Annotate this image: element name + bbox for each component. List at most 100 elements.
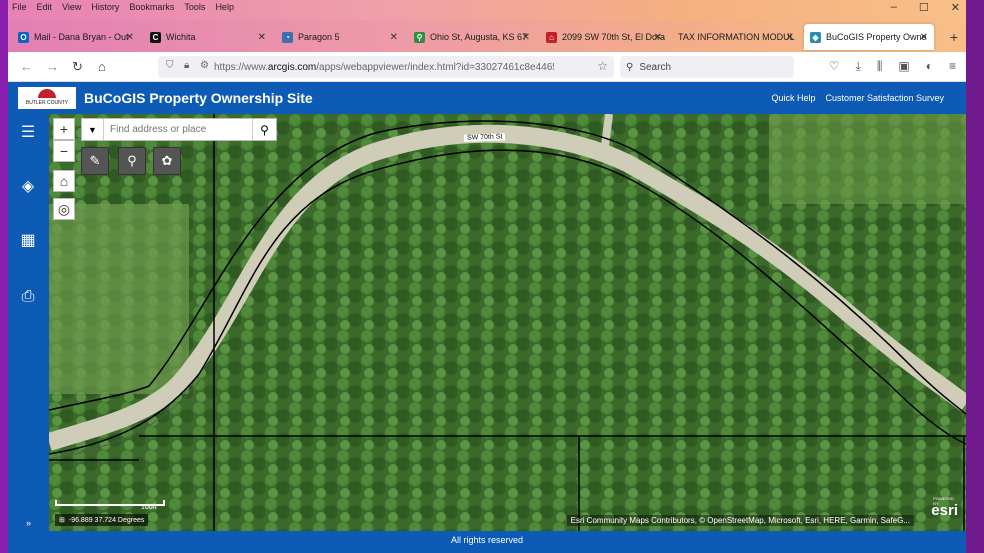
menu-tools[interactable]: Tools bbox=[184, 2, 205, 12]
tab-label: 2099 SW 70th St, El Dora bbox=[562, 32, 666, 42]
url-bar[interactable]: ⛉ 🔒︎ ⚙ https://www.arcgis.com/apps/webap… bbox=[158, 56, 614, 78]
search-icon: ⚲ bbox=[626, 61, 634, 73]
zoom-in-button[interactable]: + bbox=[53, 118, 75, 140]
close-tab-icon[interactable]: ✕ bbox=[126, 32, 134, 43]
close-tab-icon[interactable]: ✕ bbox=[390, 32, 398, 43]
field-area bbox=[49, 204, 189, 394]
outlook-icon: O bbox=[18, 31, 29, 43]
menu-bookmarks[interactable]: Bookmarks bbox=[129, 2, 174, 12]
menu-bar: File Edit View History Bookmarks Tools H… bbox=[12, 2, 234, 12]
menu-history[interactable]: History bbox=[91, 2, 119, 12]
footer: All rights reserved bbox=[8, 531, 966, 553]
scale-label: 100ft bbox=[141, 504, 157, 511]
browser-search-placeholder: Search bbox=[639, 61, 672, 73]
shield-icon: ⛉ bbox=[166, 60, 174, 71]
bucogis-icon: ◈ bbox=[810, 31, 821, 43]
permissions-icon: ⚙ bbox=[200, 60, 209, 71]
tab-label: BuCoGIS Property Owne bbox=[826, 32, 927, 42]
list-icon[interactable]: ☰ bbox=[17, 122, 39, 144]
quick-help-link[interactable]: Quick Help bbox=[771, 93, 815, 103]
tab-label: Paragon 5 bbox=[298, 32, 340, 42]
logo-text: BUTLER COUNTY bbox=[25, 100, 69, 106]
downloads-icon[interactable]: ⤓ bbox=[856, 59, 861, 74]
coordinate-toggle-icon[interactable]: ⊞ bbox=[59, 516, 65, 524]
toolbar-icons: ♡ ⤓ ⫼ ▣ ◐ ≡ bbox=[829, 59, 956, 74]
butler-county-logo: BUTLER COUNTY bbox=[18, 87, 76, 109]
lock-icon: 🔒︎ bbox=[184, 60, 190, 71]
locate-icon[interactable]: ◎ bbox=[53, 198, 75, 220]
query-icon[interactable]: ⚲ bbox=[118, 147, 146, 175]
menu-help[interactable]: Help bbox=[215, 2, 234, 12]
minimize-button[interactable]: – bbox=[891, 1, 897, 14]
tab-wichita[interactable]: C Wichita ✕ bbox=[144, 24, 272, 50]
header-links: Quick Help Customer Satisfaction Survey bbox=[771, 93, 944, 103]
search-icon[interactable]: ⚲ bbox=[252, 119, 276, 140]
coordinate-readout: ⊞ -96.889 37.724 Degrees bbox=[55, 514, 149, 526]
extension-icon[interactable]: ▣ bbox=[898, 59, 909, 74]
window-controls: – ☐ ✕ bbox=[891, 1, 960, 14]
close-tab-icon[interactable]: ✕ bbox=[258, 32, 266, 43]
tab-strip: O Mail - Dana Bryan - Out ✕ C Wichita ✕ … bbox=[8, 20, 966, 52]
map-view[interactable]: + − ⌂ ◎ ▼ ⚲ ✎ ⚲ ✿ SW 70th St 100ft ⊞ -96… bbox=[49, 114, 966, 531]
zoom-out-button[interactable]: − bbox=[53, 140, 75, 162]
wichita-icon: C bbox=[150, 31, 161, 43]
sync-icon[interactable]: ◐ bbox=[926, 59, 933, 74]
back-button[interactable]: ← bbox=[20, 59, 33, 74]
maximize-button[interactable]: ☐ bbox=[919, 1, 929, 14]
road-label: SW 70th St bbox=[463, 133, 506, 142]
forward-button[interactable]: → bbox=[46, 59, 59, 74]
home-extent-icon[interactable]: ⌂ bbox=[53, 170, 75, 192]
browser-window: File Edit View History Bookmarks Tools H… bbox=[8, 0, 966, 553]
close-tab-icon[interactable]: ✕ bbox=[654, 32, 662, 43]
address-search: ▼ ⚲ bbox=[81, 118, 277, 141]
close-tab-icon[interactable]: ✕ bbox=[786, 32, 794, 43]
tab-label: TAX INFORMATION MODUL bbox=[678, 32, 795, 42]
pocket-icon[interactable]: ♡ bbox=[829, 59, 840, 74]
map-attribution: Esri Community Maps Contributors, © Open… bbox=[566, 515, 914, 526]
paragon-icon: ◔ bbox=[282, 31, 293, 43]
palette-icon[interactable]: ✿ bbox=[153, 147, 181, 175]
aerial-imagery bbox=[49, 114, 966, 531]
library-icon[interactable]: ⫼ bbox=[877, 59, 883, 74]
measure-icon[interactable]: ✎ bbox=[81, 147, 109, 175]
close-tab-icon[interactable]: ✕ bbox=[920, 32, 928, 43]
title-bar: File Edit View History Bookmarks Tools H… bbox=[8, 0, 966, 20]
tab-label: Ohio St, Augusta, KS 67 bbox=[430, 32, 528, 42]
tab-label: Wichita bbox=[166, 32, 196, 42]
field-area bbox=[769, 114, 966, 204]
close-tab-icon[interactable]: ✕ bbox=[522, 32, 530, 43]
basemap-gallery-icon[interactable]: ▦ bbox=[17, 230, 39, 252]
tab-ohio-st[interactable]: ⚲ Ohio St, Augusta, KS 67 ✕ bbox=[408, 24, 536, 50]
esri-logo: POWERED BY esri bbox=[931, 496, 958, 519]
home-button[interactable]: ⌂ bbox=[98, 59, 106, 74]
tab-mail[interactable]: O Mail - Dana Bryan - Out ✕ bbox=[12, 24, 140, 50]
menu-edit[interactable]: Edit bbox=[37, 2, 53, 12]
print-icon[interactable]: ⎙ bbox=[17, 288, 39, 310]
tab-2099-sw[interactable]: ⌂ 2099 SW 70th St, El Dora ✕ bbox=[540, 24, 668, 50]
search-source-dropdown[interactable]: ▼ bbox=[82, 119, 104, 140]
layers-icon[interactable]: ◈ bbox=[17, 176, 39, 198]
tab-bucogis[interactable]: ◈ BuCoGIS Property Owne ✕ bbox=[804, 24, 934, 50]
navigation-bar: ← → ↻ ⌂ ⛉ 🔒︎ ⚙ https://www.arcgis.com/ap… bbox=[8, 52, 966, 82]
menu-view[interactable]: View bbox=[62, 2, 81, 12]
house-icon: ⌂ bbox=[546, 31, 557, 43]
app-header: BUTLER COUNTY BuCoGIS Property Ownership… bbox=[8, 82, 966, 114]
new-tab-button[interactable]: + bbox=[950, 29, 958, 45]
driveway bbox=[600, 114, 613, 155]
tab-paragon[interactable]: ◔ Paragon 5 ✕ bbox=[276, 24, 404, 50]
survey-link[interactable]: Customer Satisfaction Survey bbox=[825, 93, 944, 103]
app-title: BuCoGIS Property Ownership Site bbox=[84, 90, 313, 106]
close-window-button[interactable]: ✕ bbox=[951, 1, 960, 14]
expand-panel-icon[interactable]: » bbox=[26, 518, 31, 528]
side-panel: ☰ ◈ ▦ ⎙ bbox=[8, 114, 49, 531]
menu-file[interactable]: File bbox=[12, 2, 27, 12]
bookmark-star-icon[interactable]: ☆ bbox=[597, 59, 608, 73]
coordinate-text: -96.889 37.724 Degrees bbox=[68, 516, 145, 524]
reload-button[interactable]: ↻ bbox=[72, 59, 83, 75]
hamburger-menu-icon[interactable]: ≡ bbox=[949, 59, 956, 74]
url-text: https://www.arcgis.com/apps/webappviewer… bbox=[214, 61, 554, 73]
tab-tax-info[interactable]: TAX INFORMATION MODUL ✕ bbox=[672, 24, 800, 50]
address-search-input[interactable] bbox=[104, 124, 252, 135]
tab-label: Mail - Dana Bryan - Out bbox=[34, 32, 129, 42]
browser-search-bar[interactable]: ⚲ Search bbox=[620, 56, 794, 78]
